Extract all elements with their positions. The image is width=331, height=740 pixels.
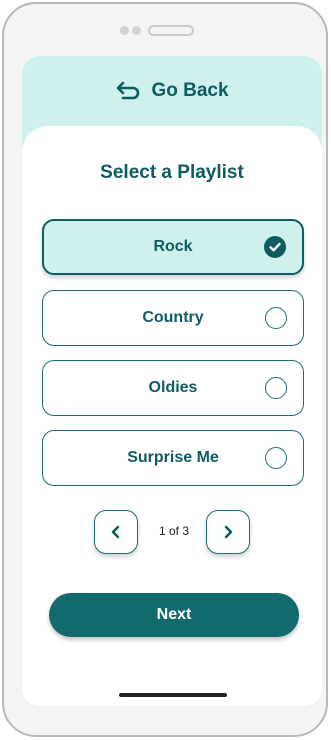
option-surprise-me[interactable]: Surprise Me	[42, 430, 304, 486]
pagination: 1 of 3	[22, 510, 322, 556]
app-screen: Go Back Select a Playlist Rock Country O…	[22, 56, 322, 706]
return-arrow-icon	[117, 81, 140, 100]
radio-circle-icon	[265, 377, 287, 399]
option-label: Rock	[153, 238, 193, 255]
home-indicator	[119, 693, 227, 697]
previous-page-button[interactable]	[94, 510, 138, 554]
go-back-button[interactable]: Go Back	[115, 80, 229, 102]
content-panel: Select a Playlist Rock Country Oldies Su…	[22, 126, 322, 706]
page-title: Select a Playlist	[100, 162, 244, 183]
sensor-dot	[132, 26, 141, 35]
next-button[interactable]: Next	[49, 593, 299, 637]
page-indicator: 1 of 3	[158, 524, 190, 538]
chevron-right-icon	[224, 525, 233, 539]
option-oldies[interactable]: Oldies	[42, 360, 304, 416]
next-page-button[interactable]	[206, 510, 250, 554]
chevron-left-icon	[111, 525, 120, 539]
option-label: Oldies	[148, 379, 198, 396]
speaker-grille	[148, 25, 194, 36]
option-label: Country	[142, 309, 204, 326]
phone-frame: Go Back Select a Playlist Rock Country O…	[2, 2, 328, 737]
option-rock[interactable]: Rock	[42, 219, 304, 275]
camera-notch	[120, 24, 200, 38]
checkmark-circle-icon	[264, 236, 286, 258]
sensor-dot	[120, 26, 129, 35]
radio-circle-icon	[265, 447, 287, 469]
option-label: Surprise Me	[127, 449, 219, 466]
option-country[interactable]: Country	[42, 290, 304, 346]
go-back-label: Go Back	[151, 80, 229, 101]
radio-circle-icon	[265, 307, 287, 329]
